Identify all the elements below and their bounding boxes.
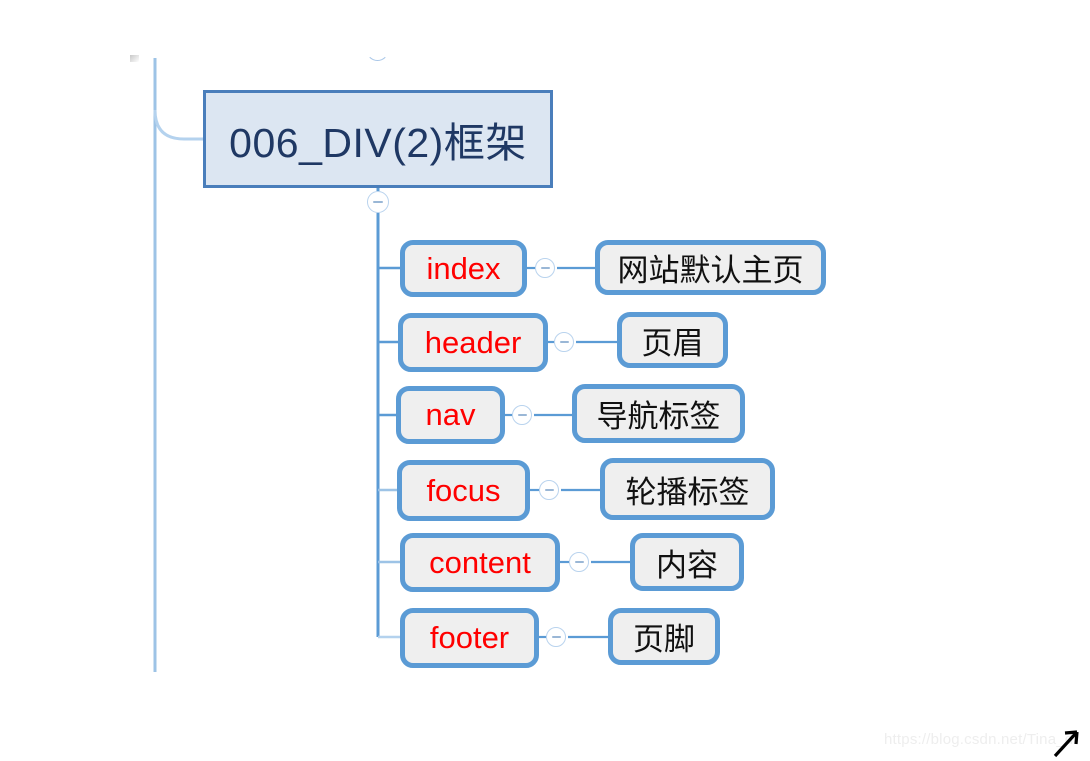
mindmap-canvas: 006_DIV(2)框架 index 网站默认主页 header 页眉 nav … <box>0 0 1090 761</box>
node-tag-index-label: index <box>426 250 501 286</box>
node-desc-footer[interactable]: 页脚 <box>608 608 720 665</box>
clipped-artifact-mark <box>130 55 139 62</box>
minus-icon <box>540 267 550 269</box>
root-node-label: 006_DIV(2)框架 <box>229 120 527 166</box>
minus-icon <box>517 414 527 416</box>
watermark: https://blog.csdn.net/Tina_dl <box>884 731 1077 748</box>
branch-collapse-toggle-nav[interactable] <box>512 405 532 425</box>
node-tag-content-label: content <box>429 544 531 580</box>
node-tag-header[interactable]: header <box>398 313 548 372</box>
node-desc-content[interactable]: 内容 <box>630 533 744 591</box>
mouse-cursor-icon <box>1053 730 1079 758</box>
node-tag-index[interactable]: index <box>400 240 527 297</box>
node-desc-focus-label: 轮播标签 <box>625 474 750 510</box>
node-desc-index-label: 网站默认主页 <box>617 253 804 288</box>
clipped-toggle-arc <box>366 48 389 61</box>
root-collapse-toggle[interactable] <box>367 191 389 213</box>
watermark-text: https://blog.csdn.net/Tina_dl <box>884 731 1077 748</box>
node-tag-nav[interactable]: nav <box>396 386 505 444</box>
node-desc-header-label: 页眉 <box>641 325 704 361</box>
minus-icon <box>574 561 584 563</box>
node-tag-footer-label: footer <box>429 620 510 655</box>
node-tag-nav-label: nav <box>425 397 476 432</box>
node-desc-nav[interactable]: 导航标签 <box>572 384 745 443</box>
root-node[interactable]: 006_DIV(2)框架 <box>203 90 553 188</box>
minus-icon <box>373 201 383 203</box>
node-desc-content-label: 内容 <box>656 547 718 583</box>
node-desc-footer-label: 页脚 <box>633 622 695 657</box>
branch-collapse-toggle-index[interactable] <box>535 258 555 278</box>
node-desc-nav-label: 导航标签 <box>596 399 721 434</box>
branch-collapse-toggle-content[interactable] <box>569 552 589 572</box>
node-desc-header[interactable]: 页眉 <box>617 312 728 368</box>
node-tag-header-label: header <box>424 324 522 360</box>
minus-icon <box>559 341 569 343</box>
node-desc-index[interactable]: 网站默认主页 <box>595 240 826 295</box>
branch-collapse-toggle-header[interactable] <box>554 332 574 352</box>
branch-collapse-toggle-footer[interactable] <box>546 627 566 647</box>
minus-icon <box>544 489 554 491</box>
node-tag-content[interactable]: content <box>400 533 560 592</box>
node-desc-focus[interactable]: 轮播标签 <box>600 458 775 520</box>
node-tag-footer[interactable]: footer <box>400 608 539 668</box>
branch-collapse-toggle-focus[interactable] <box>539 480 559 500</box>
node-tag-focus-label: focus <box>426 472 501 508</box>
node-tag-focus[interactable]: focus <box>397 460 530 521</box>
minus-icon <box>551 636 561 638</box>
